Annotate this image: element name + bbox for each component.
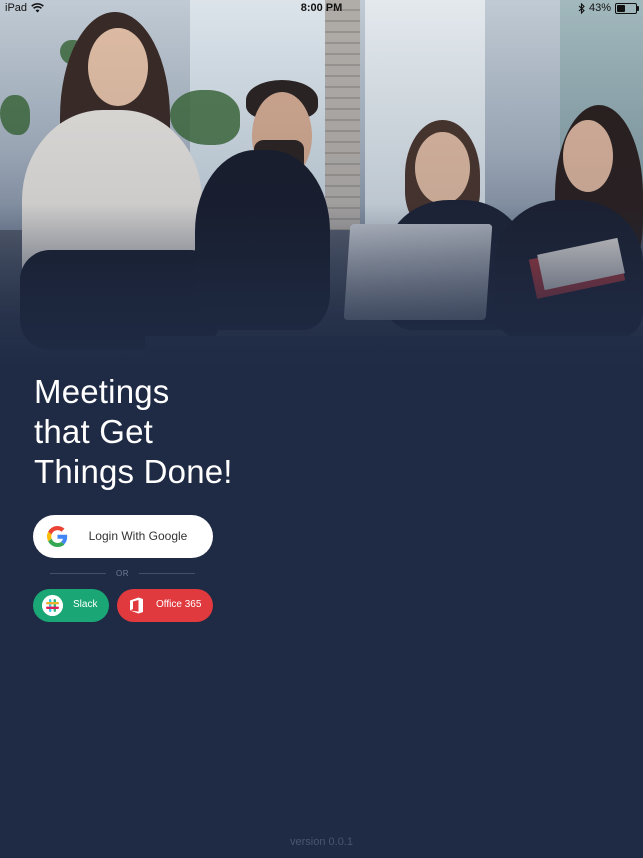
or-label: OR — [116, 568, 129, 578]
version-label: version 0.0.1 — [290, 836, 353, 848]
office-button-label: Office 365 — [156, 599, 202, 610]
battery-icon — [615, 2, 639, 14]
office-icon — [130, 597, 143, 614]
login-with-slack-button[interactable]: Slack — [33, 589, 109, 622]
login-with-office365-button[interactable]: Office 365 — [117, 589, 213, 622]
bluetooth-icon — [578, 2, 585, 14]
divider-line-right — [139, 572, 195, 574]
headline: Meetings that Get Things Done! — [34, 372, 434, 492]
headline-line-2: that Get — [34, 413, 154, 450]
slack-button-label: Slack — [73, 599, 98, 610]
slack-icon — [42, 595, 63, 616]
divider-line-left — [50, 572, 106, 574]
status-bar: iPad 8:00 PM 43% — [0, 0, 643, 18]
clock: 8:00 PM — [300, 2, 343, 14]
battery-percent: 43% — [588, 2, 611, 14]
or-divider: OR — [50, 567, 195, 579]
battery-fill — [617, 4, 625, 12]
headline-line-3: Things Done! — [34, 453, 233, 490]
headline-line-1: Meetings — [34, 373, 170, 410]
login-with-google-button[interactable]: Login With Google — [33, 515, 213, 558]
login-screen: iPad 8:00 PM 43% Meetings that Get Thing… — [0, 0, 643, 858]
google-button-label: Login With Google — [88, 529, 188, 543]
hero-image — [0, 0, 643, 370]
